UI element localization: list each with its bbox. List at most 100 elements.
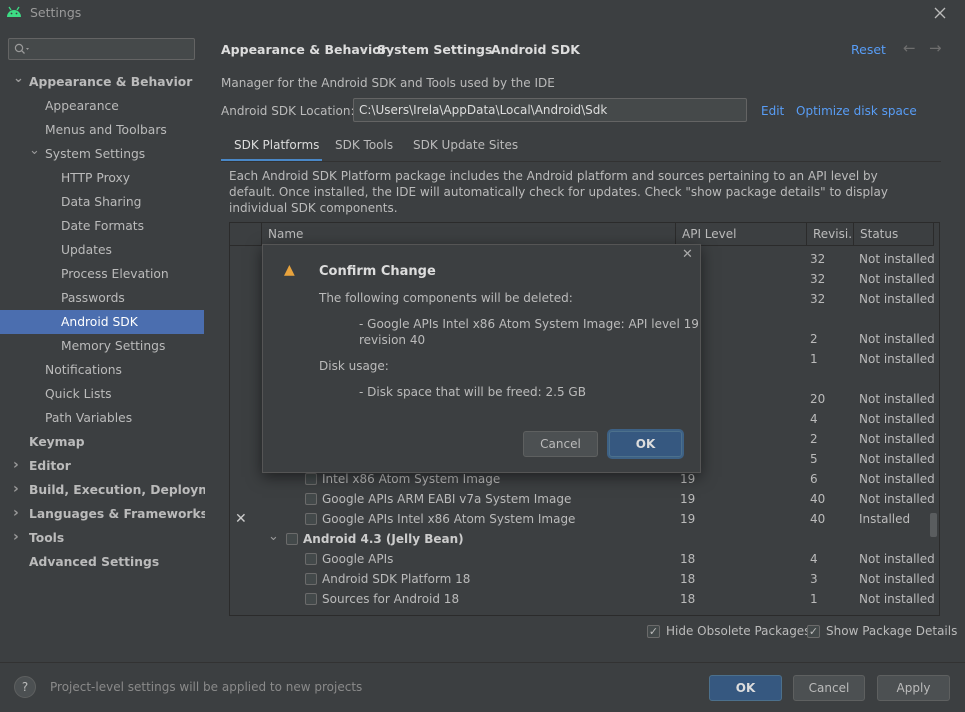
show-package-details-label: Show Package Details: [826, 624, 958, 638]
sidebar-item[interactable]: Tools ›: [0, 526, 204, 550]
revision-cell: 32: [810, 272, 826, 286]
table-scrollbar[interactable]: [930, 513, 937, 537]
package-checkbox[interactable]: [305, 493, 317, 505]
chevron-right-icon[interactable]: ›: [13, 526, 22, 545]
help-icon[interactable]: ?: [14, 676, 36, 698]
table-row[interactable]: ✕ Google APIs Intel x86 Atom System Image…: [230, 509, 930, 529]
back-arrow-icon[interactable]: ←: [903, 39, 916, 57]
sidebar-item[interactable]: Keymap: [0, 430, 204, 454]
search-icon: [14, 43, 29, 54]
chevron-down-icon[interactable]: ⌄: [13, 70, 24, 86]
table-row[interactable]: Google APIs 18 4 Not installed: [230, 549, 935, 569]
dialog-disk-usage-label: Disk usage:: [319, 359, 389, 373]
sidebar-item-label: Data Sharing: [61, 195, 142, 209]
search-input[interactable]: [8, 38, 195, 60]
close-icon[interactable]: [934, 7, 946, 19]
show-package-details-checkbox[interactable]: ✓: [807, 625, 820, 638]
sidebar-item[interactable]: Editor ›: [0, 454, 204, 478]
column-header-revision[interactable]: Revisi...: [807, 223, 854, 246]
sidebar-item[interactable]: HTTP Proxy: [0, 166, 204, 190]
status-cell: Not installed: [859, 492, 935, 506]
sidebar-item[interactable]: Appearance & Behavior ⌄: [0, 70, 204, 94]
cancel-button[interactable]: Cancel: [793, 675, 865, 701]
sidebar-item[interactable]: Notifications: [0, 358, 204, 382]
tab-sdk-update-sites[interactable]: SDK Update Sites: [413, 134, 518, 162]
sidebar-item-label: Editor: [29, 459, 71, 473]
sidebar-item[interactable]: Appearance: [0, 94, 204, 118]
sdk-location-label: Android SDK Location:: [221, 104, 355, 118]
sidebar-item-label: Passwords: [61, 291, 125, 305]
status-cell: Not installed: [859, 332, 935, 346]
sidebar-item-label: Menus and Toolbars: [45, 123, 167, 137]
sidebar-item[interactable]: Date Formats: [0, 214, 204, 238]
status-cell: Not installed: [859, 412, 935, 426]
table-row[interactable]: Google APIs ARM EABI v7a System Image 19 4…: [230, 489, 935, 509]
dialog-cancel-button[interactable]: Cancel: [523, 431, 598, 457]
tab-divider: [221, 161, 941, 162]
status-cell: Installed: [859, 512, 911, 526]
sidebar-item[interactable]: Passwords: [0, 286, 204, 310]
warning-icon: ▲: [284, 262, 295, 278]
footer-note: Project-level settings will be applied t…: [50, 680, 363, 694]
sidebar-item[interactable]: Android SDK: [0, 310, 204, 334]
sidebar-item-label: Build, Execution, Deployment: [29, 483, 235, 497]
info-line: individual SDK components.: [229, 201, 398, 215]
optimize-disk-space-link[interactable]: Optimize disk space: [796, 104, 917, 118]
sidebar-item[interactable]: Process Elevation: [0, 262, 204, 286]
sidebar-item[interactable]: Advanced Settings: [0, 550, 204, 574]
table-row[interactable]: Android SDK Platform 18 18 3 Not installed: [230, 569, 935, 589]
sidebar-item[interactable]: Quick Lists: [0, 382, 204, 406]
edit-link[interactable]: Edit: [761, 104, 784, 118]
package-checkbox[interactable]: [305, 473, 317, 485]
revision-cell: 40: [810, 512, 826, 526]
api-level-cell: 18: [680, 552, 696, 566]
reset-link[interactable]: Reset: [851, 42, 886, 57]
package-checkbox[interactable]: [305, 573, 317, 585]
info-line: default. Once installed, the IDE will au…: [229, 185, 888, 199]
table-group-row[interactable]: ⌄ Android 4.3 (Jelly Bean): [230, 529, 930, 549]
forward-arrow-icon[interactable]: →: [929, 39, 942, 57]
sidebar-item[interactable]: Updates: [0, 238, 204, 262]
hide-obsolete-label: Hide Obsolete Packages: [666, 624, 811, 638]
chevron-right-icon[interactable]: ›: [13, 454, 22, 473]
sidebar: Appearance & Behavior ⌄ Appearance Menus an…: [0, 26, 234, 662]
revision-cell: 4: [810, 412, 818, 426]
chevron-right-icon[interactable]: ›: [13, 502, 22, 521]
package-name: Android 4.3 (Jelly Bean): [303, 532, 464, 546]
column-header-status[interactable]: Status: [854, 223, 934, 246]
package-checkbox[interactable]: [305, 593, 317, 605]
sidebar-item[interactable]: Menus and Toolbars: [0, 118, 204, 142]
hide-obsolete-checkbox[interactable]: ✓: [647, 625, 660, 638]
tab-sdk-tools[interactable]: SDK Tools: [335, 134, 393, 162]
package-checkbox[interactable]: [305, 553, 317, 565]
confirm-change-dialog: ✕ ▲ Confirm Change The following compone…: [262, 244, 701, 473]
status-cell: Not installed: [859, 472, 935, 486]
table-row[interactable]: Sources for Android 18 18 1 Not installed: [230, 589, 935, 609]
sidebar-item[interactable]: Path Variables: [0, 406, 204, 430]
tab-sdk-platforms[interactable]: SDK Platforms: [221, 134, 322, 162]
dialog-close-icon[interactable]: ✕: [682, 247, 693, 262]
status-cell: Not installed: [859, 572, 935, 586]
sidebar-item[interactable]: Memory Settings: [0, 334, 204, 358]
package-checkbox[interactable]: [305, 513, 317, 525]
sdk-location-field[interactable]: C:\Users\Irela\AppData\Local\Android\Sdk: [353, 98, 747, 122]
package-checkbox[interactable]: [286, 533, 298, 545]
revision-cell: 20: [810, 392, 826, 406]
dialog-ok-button[interactable]: OK: [609, 431, 682, 457]
sidebar-item[interactable]: Languages & Frameworks ›: [0, 502, 208, 526]
sidebar-item[interactable]: Data Sharing: [0, 190, 204, 214]
status-cell: Not installed: [859, 252, 935, 266]
column-header-api-level[interactable]: API Level: [676, 223, 807, 246]
sidebar-item[interactable]: Build, Execution, Deployment ›: [0, 478, 234, 502]
sidebar-item-label: Date Formats: [61, 219, 145, 233]
api-level-cell: 19: [680, 512, 696, 526]
sidebar-item[interactable]: System Settings ⌄: [0, 142, 204, 166]
package-name: Google APIs: [322, 552, 394, 566]
chevron-right-icon[interactable]: ›: [13, 478, 22, 497]
ok-button[interactable]: OK: [709, 675, 782, 701]
dialog-component-revision: revision 40: [359, 333, 426, 347]
chevron-down-icon[interactable]: ⌄: [29, 142, 40, 158]
chevron-down-icon[interactable]: ⌄: [268, 527, 279, 547]
column-header-name[interactable]: Name: [262, 223, 676, 246]
apply-button[interactable]: Apply: [877, 675, 950, 701]
